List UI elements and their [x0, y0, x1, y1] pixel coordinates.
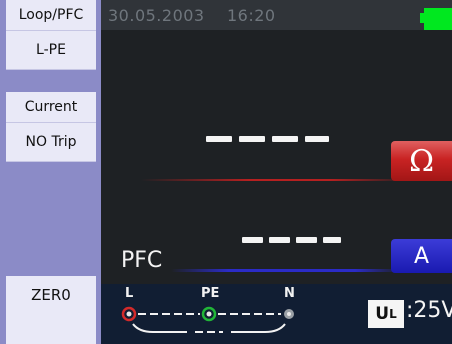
sidebar-item-label: L-PE — [36, 42, 66, 58]
zero-button[interactable]: ZER0 — [6, 276, 96, 344]
ohm-unit-badge: Ω — [391, 141, 452, 181]
zero-button-label: ZER0 — [31, 286, 71, 304]
primary-reading-dash — [239, 136, 265, 142]
primary-divider-line — [141, 179, 411, 181]
connection-diagram-icon — [121, 306, 294, 333]
sidebar-item-loop-pfc[interactable]: Loop/PFC — [6, 0, 96, 31]
secondary-reading-dash — [269, 237, 290, 243]
primary-reading-dash — [305, 136, 329, 142]
ampere-unit-badge: A — [391, 239, 452, 273]
sidebar-item-no-trip[interactable]: NO Trip — [6, 123, 96, 162]
sidebar-item-empty — [6, 70, 96, 91]
sidebar-item-label: NO Trip — [25, 134, 77, 150]
sidebar-item-label: Loop/PFC — [18, 7, 84, 23]
secondary-divider-line — [171, 269, 401, 272]
secondary-reading-dash — [296, 237, 317, 243]
status-bar: 30.05.2003 16:20 — [101, 0, 452, 30]
secondary-reading-dash — [323, 237, 341, 243]
battery-icon — [424, 8, 452, 30]
sidebar-item-l-pe[interactable]: L-PE — [6, 31, 96, 70]
sidebar-item-label: Current — [24, 99, 78, 115]
connection-strip: L PE N UL :25V — [101, 284, 452, 344]
measurement-display: Ω A PFC — [101, 30, 452, 284]
function-sidebar: Loop/PFC L-PE Current NO Trip ZER0 — [0, 0, 101, 344]
mode-label: PFC — [121, 248, 163, 273]
ul-label: U — [375, 304, 390, 324]
primary-reading-dash — [272, 136, 298, 142]
primary-reading-dash — [206, 136, 232, 142]
ul-value: :25V — [406, 298, 452, 323]
ul-label-badge: UL — [368, 300, 404, 328]
instrument-screen: Loop/PFC L-PE Current NO Trip ZER0 30.05… — [0, 0, 452, 344]
secondary-reading-dash — [242, 237, 263, 243]
ul-subscript: L — [389, 307, 397, 321]
date-time: 30.05.2003 16:20 — [108, 6, 276, 25]
sidebar-item-current[interactable]: Current — [6, 92, 96, 123]
